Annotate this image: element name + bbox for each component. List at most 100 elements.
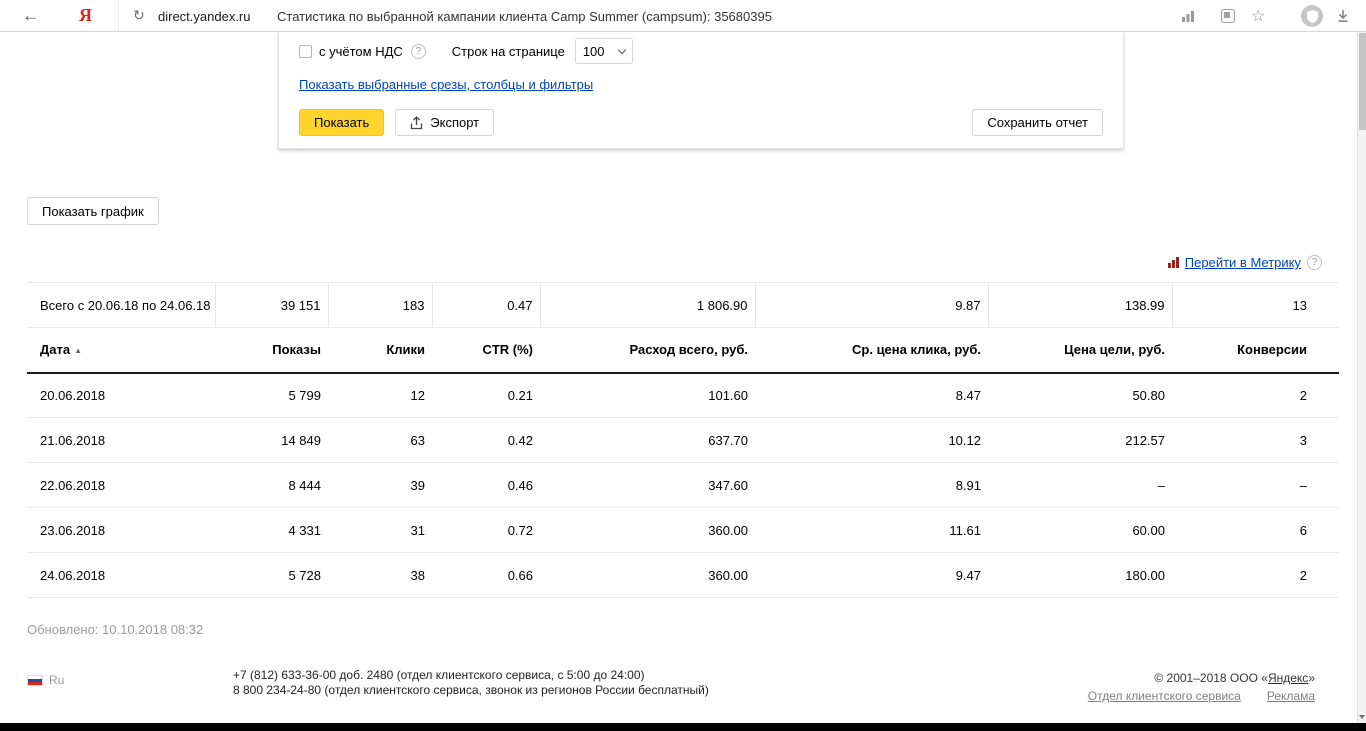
slices-row: Показать выбранные срезы, столбцы и филь… <box>299 77 1103 92</box>
table-row: 21.06.2018 14 849 63 0.42 637.70 10.12 2… <box>27 417 1339 463</box>
table-total-row: Всего с 20.06.18 по 24.06.18 39 151 183 … <box>27 282 1339 328</box>
value-cell: 0.21 <box>432 372 540 418</box>
total-impressions: 39 151 <box>214 282 328 328</box>
show-button[interactable]: Показать <box>299 109 385 136</box>
value-cell: 12 <box>328 372 432 418</box>
rows-per-page-select[interactable]: 100 <box>574 38 633 64</box>
value-cell: 31 <box>328 507 432 553</box>
value-cell: 38 <box>328 552 432 598</box>
value-cell: 212.57 <box>988 417 1172 463</box>
extension-chart-icon[interactable] <box>1181 10 1195 26</box>
advertising-link[interactable]: Реклама <box>1267 689 1315 703</box>
table-row: 23.06.2018 4 331 31 0.72 360.00 11.61 60… <box>27 507 1339 553</box>
updated-timestamp: Обновлено: 10.10.2018 08:32 <box>27 622 204 637</box>
chevron-down-icon <box>617 45 627 54</box>
value-cell: 360.00 <box>540 552 755 598</box>
sort-asc-icon: ▲ <box>74 346 83 356</box>
yandex-company-link[interactable]: Яндекс <box>1268 671 1308 685</box>
table-row: 24.06.2018 5 728 38 0.66 360.00 9.47 180… <box>27 552 1339 598</box>
value-cell: 50.80 <box>988 372 1172 418</box>
value-cell: 63 <box>328 417 432 463</box>
value-cell: 6 <box>1172 507 1339 553</box>
statistics-table: Всего с 20.06.18 по 24.06.18 39 151 183 … <box>27 282 1339 598</box>
copyright-line: © 2001–2018 ООО «Яндекс» <box>1154 671 1315 685</box>
table-row: 22.06.2018 8 444 39 0.46 347.60 8.91 – – <box>27 462 1339 508</box>
col-header-conversions[interactable]: Конверсии <box>1172 327 1339 374</box>
value-cell: 5 799 <box>215 372 328 418</box>
col-header-ctr[interactable]: CTR (%) <box>432 327 540 374</box>
vat-checkbox-label: с учётом НДС <box>319 43 403 59</box>
support-phone-line1: +7 (812) 633-36-00 доб. 2480 (отдел клие… <box>233 668 645 682</box>
slices-columns-filters-link[interactable]: Показать выбранные срезы, столбцы и филь… <box>299 77 593 92</box>
rows-per-page-label: Строк на странице <box>451 43 565 59</box>
value-cell: 0.72 <box>432 507 540 553</box>
total-ctr: 0.47 <box>431 282 540 328</box>
language-selector[interactable]: Ru <box>27 673 64 687</box>
col-header-clicks[interactable]: Клики <box>328 327 432 374</box>
value-cell: 180.00 <box>988 552 1172 598</box>
value-cell: 2 <box>1172 372 1339 418</box>
total-label: Всего с 20.06.18 по 24.06.18 <box>27 282 215 328</box>
export-button-label: Экспорт <box>430 115 480 130</box>
value-cell: 0.66 <box>432 552 540 598</box>
col-header-cost[interactable]: Расход всего, руб. <box>540 327 755 374</box>
table-header-row: Дата ▲ Показы Клики CTR (%) Расход всего,… <box>27 327 1339 374</box>
russia-flag-icon <box>27 674 43 686</box>
refresh-icon[interactable]: ↻ <box>133 7 145 24</box>
vat-checkbox[interactable] <box>299 44 312 58</box>
vertical-scrollbar[interactable] <box>1357 32 1366 723</box>
date-cell: 23.06.2018 <box>27 507 215 553</box>
protect-shield-icon[interactable] <box>1301 5 1323 27</box>
back-icon[interactable]: ← <box>22 6 39 26</box>
total-conversions: 13 <box>1171 282 1339 328</box>
show-chart-button[interactable]: Показать график <box>27 197 159 225</box>
settings-row: с учётом НДС ? Строк на странице 100 <box>299 38 1103 64</box>
col-header-avg-cpc[interactable]: Ср. цена клика, руб. <box>755 327 988 374</box>
footer-links: Отдел клиентского сервиса Реклама <box>1088 689 1315 703</box>
total-clicks: 183 <box>327 282 432 328</box>
scrollbar-down-arrow[interactable] <box>1359 715 1365 719</box>
value-cell: 5 728 <box>215 552 328 598</box>
value-cell: 637.70 <box>540 417 755 463</box>
value-cell: 10.12 <box>755 417 988 463</box>
report-settings-panel: с учётом НДС ? Строк на странице 100 Пок… <box>278 32 1124 149</box>
total-cost: 1 806.90 <box>539 282 755 328</box>
download-icon[interactable] <box>1336 9 1350 26</box>
value-cell: 360.00 <box>540 507 755 553</box>
goto-metrika-link[interactable]: Перейти в Метрику <box>1185 255 1301 270</box>
value-cell: 14 849 <box>215 417 328 463</box>
value-cell: 39 <box>328 462 432 508</box>
address-bar-url[interactable]: direct.yandex.ru <box>158 9 251 24</box>
vat-help-icon[interactable]: ? <box>410 43 426 59</box>
panel-buttons-row: Показать Экспорт Сохранить отчет <box>299 109 1103 136</box>
value-cell: 11.61 <box>755 507 988 553</box>
browser-bar: ← Я ↻ direct.yandex.ru Статистика по выб… <box>0 0 1366 32</box>
col-header-date[interactable]: Дата ▲ <box>27 327 215 374</box>
col-header-goal-cost[interactable]: Цена цели, руб. <box>988 327 1172 374</box>
export-button[interactable]: Экспорт <box>395 109 495 136</box>
support-phone-line2: 8 800 234-24-80 (отдел клиентского серви… <box>233 683 709 697</box>
client-service-link[interactable]: Отдел клиентского сервиса <box>1088 689 1241 703</box>
address-bar-page-title[interactable]: Статистика по выбранной кампании клиента… <box>277 9 772 24</box>
value-cell: 0.46 <box>432 462 540 508</box>
rows-per-page-value: 100 <box>582 43 605 59</box>
footer-right: © 2001–2018 ООО «Яндекс» Отдел клиентско… <box>1088 671 1315 703</box>
value-cell: 60.00 <box>988 507 1172 553</box>
metrika-help-icon[interactable]: ? <box>1307 255 1322 270</box>
value-cell: 8 444 <box>215 462 328 508</box>
value-cell: – <box>988 462 1172 508</box>
total-avg-cpc: 9.87 <box>754 282 988 328</box>
value-cell: 4 331 <box>215 507 328 553</box>
scrollbar-thumb[interactable] <box>1359 33 1366 130</box>
value-cell: 3 <box>1172 417 1339 463</box>
date-cell: 21.06.2018 <box>27 417 215 463</box>
toolbar-divider <box>118 1 119 31</box>
support-phones: +7 (812) 633-36-00 доб. 2480 (отдел клие… <box>233 668 709 698</box>
yandex-logo[interactable]: Я <box>79 5 92 26</box>
bookmark-star-icon[interactable]: ☆ <box>1251 6 1265 26</box>
bottom-black-bar <box>0 723 1366 731</box>
col-header-impressions[interactable]: Показы <box>215 327 328 374</box>
extension-icon[interactable] <box>1221 9 1235 23</box>
save-report-button[interactable]: Сохранить отчет <box>972 109 1103 136</box>
value-cell: 0.42 <box>432 417 540 463</box>
